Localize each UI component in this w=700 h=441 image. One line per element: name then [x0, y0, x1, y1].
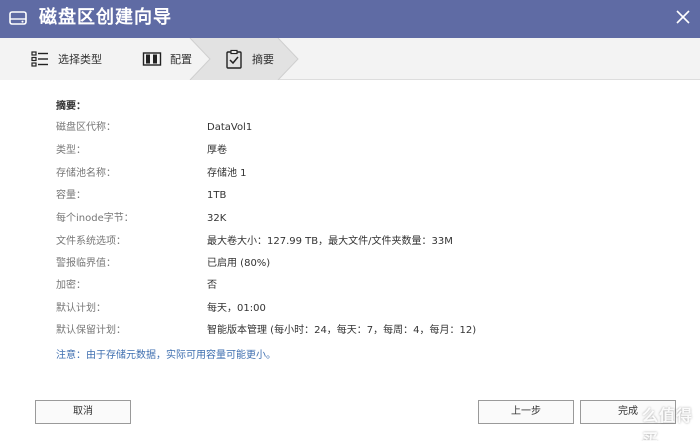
row-value: 智能版本管理 (每小时：24，每天：7，每周：4，每月：12) — [207, 325, 477, 336]
cancel-button[interactable]: 取消 — [35, 400, 131, 424]
window-title: 磁盘区创建向导 — [39, 7, 172, 28]
row-value: 32K — [207, 213, 227, 224]
window-titlebar: 磁盘区创建向导 — [0, 0, 700, 38]
step-label: 配置 — [170, 53, 192, 66]
summary-row: 类型： 厚卷 — [56, 143, 676, 159]
row-value: 1TB — [207, 190, 227, 201]
step-configure[interactable]: 配置 — [142, 38, 192, 80]
summary-row: 容量： 1TB — [56, 188, 676, 204]
summary-row: 存储池名称： 存储池 1 — [56, 166, 676, 182]
step-label: 摘要 — [252, 53, 274, 66]
row-label: 默认保留计划： — [56, 325, 126, 336]
columns-icon — [142, 52, 162, 66]
row-label: 默认计划： — [56, 303, 106, 314]
summary-heading: 摘要： — [56, 101, 86, 112]
row-value: 厚卷 — [207, 145, 227, 156]
summary-row: 磁盘区代称： DataVol1 — [56, 120, 676, 136]
row-label: 存储池名称： — [56, 168, 116, 179]
summary-row: 加密： 否 — [56, 278, 676, 294]
summary-row: 默认保留计划： 智能版本管理 (每小时：24，每天：7，每周：4，每月：12) — [56, 323, 676, 339]
row-value: DataVol1 — [207, 122, 253, 133]
row-label: 类型： — [56, 145, 86, 156]
summary-row: 警报临界值： 已启用 (80%) — [56, 256, 676, 272]
disk-icon — [9, 11, 27, 25]
row-label: 每个inode字节： — [56, 213, 134, 224]
step-summary[interactable]: 摘要 — [224, 38, 274, 80]
row-label: 容量： — [56, 190, 86, 201]
step-label: 选择类型 — [58, 53, 102, 66]
row-label: 磁盘区代称： — [56, 122, 116, 133]
row-value: 已启用 (80%) — [207, 258, 271, 269]
wizard-steps: 选择类型 配置 摘要 — [0, 38, 700, 80]
summary-panel: 摘要： 磁盘区代称： DataVol1 类型： 厚卷 存储池名称： 存储池 1 … — [0, 80, 700, 385]
finish-button[interactable]: 完成 — [580, 400, 676, 424]
summary-row: 默认计划： 每天，01:00 — [56, 301, 676, 317]
summary-row: 文件系统选项： 最大卷大小：127.99 TB，最大文件/文件夹数量：33M — [56, 234, 676, 250]
row-value: 每天，01:00 — [207, 303, 266, 314]
summary-row: 每个inode字节： 32K — [56, 211, 676, 227]
row-label: 文件系统选项： — [56, 236, 126, 247]
row-value: 否 — [207, 280, 217, 291]
step-select-type[interactable]: 选择类型 — [30, 38, 102, 80]
list-icon — [31, 51, 48, 67]
row-value: 最大卷大小：127.99 TB，最大文件/文件夹数量：33M — [207, 236, 453, 247]
steps-background — [0, 38, 299, 80]
close-icon[interactable] — [670, 4, 696, 30]
previous-button[interactable]: 上一步 — [478, 400, 574, 424]
row-value: 存储池 1 — [207, 168, 247, 179]
capacity-note: 注意：由于存储元数据，实际可用容量可能更小。 — [56, 350, 276, 361]
row-label: 警报临界值： — [56, 258, 116, 269]
row-label: 加密： — [56, 280, 86, 291]
clipboard-icon — [226, 49, 242, 69]
